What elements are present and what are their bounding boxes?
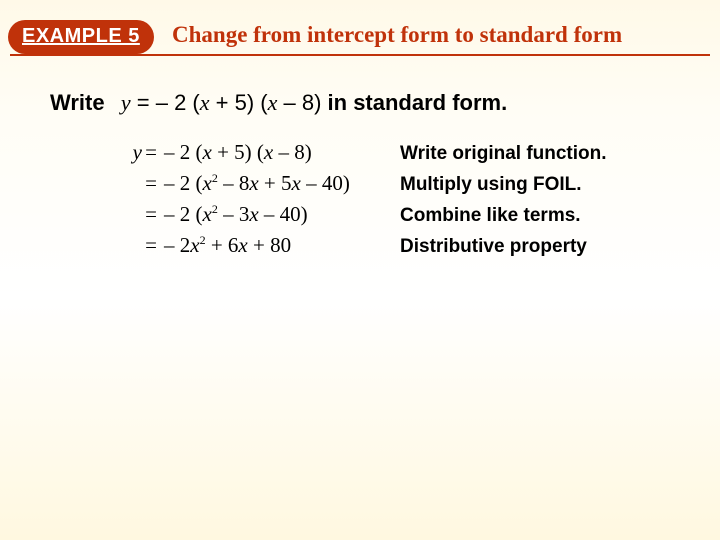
prompt-expr-1: – 2 ( (156, 90, 200, 115)
prompt-x2: x (268, 90, 278, 115)
prompt-var: y (121, 90, 131, 115)
slide-page: EXAMPLE 5 Change from intercept form to … (0, 0, 720, 540)
step-explain: Distributive property (392, 236, 656, 258)
step-explain: Multiply using FOIL. (392, 174, 656, 196)
step-eq: = (142, 171, 160, 196)
step-eq: = (142, 233, 160, 258)
step-explain: Combine like terms. (392, 205, 656, 227)
example-pill: EXAMPLE 5 (8, 20, 154, 54)
work-area: y = – 2 (x + 5) (x – 8) Write original f… (116, 140, 656, 264)
prompt-tail: in standard form. (328, 90, 508, 115)
problem-prompt: Write y = – 2 (x + 5) (x – 8) in standar… (50, 90, 507, 116)
step-row: y = – 2 (x + 5) (x – 8) Write original f… (116, 140, 656, 165)
step-row: = – 2 (x2 – 3x – 40) Combine like terms. (116, 202, 656, 227)
step-rhs: – 2 (x2 – 3x – 40) (160, 202, 392, 227)
slide-title: Change from intercept form to standard f… (172, 22, 622, 48)
step-row: = – 2 (x2 – 8x + 5x – 40) Multiply using… (116, 171, 656, 196)
step-explain: Write original function. (392, 143, 656, 165)
prompt-equals: = (137, 90, 150, 115)
step-lhs: y (116, 140, 142, 165)
header-rule (10, 54, 710, 56)
step-row: = – 2x2 + 6x + 80 Distributive property (116, 233, 656, 258)
step-rhs: – 2x2 + 6x + 80 (160, 233, 392, 258)
step-rhs: – 2 (x + 5) (x – 8) (160, 140, 392, 165)
step-eq: = (142, 202, 160, 227)
prompt-expr-3: – 8) (277, 90, 321, 115)
prompt-lead: Write (50, 90, 105, 115)
step-rhs: – 2 (x2 – 8x + 5x – 40) (160, 171, 392, 196)
prompt-x1: x (200, 90, 210, 115)
step-eq: = (142, 140, 160, 165)
prompt-expr-2: + 5) ( (210, 90, 268, 115)
